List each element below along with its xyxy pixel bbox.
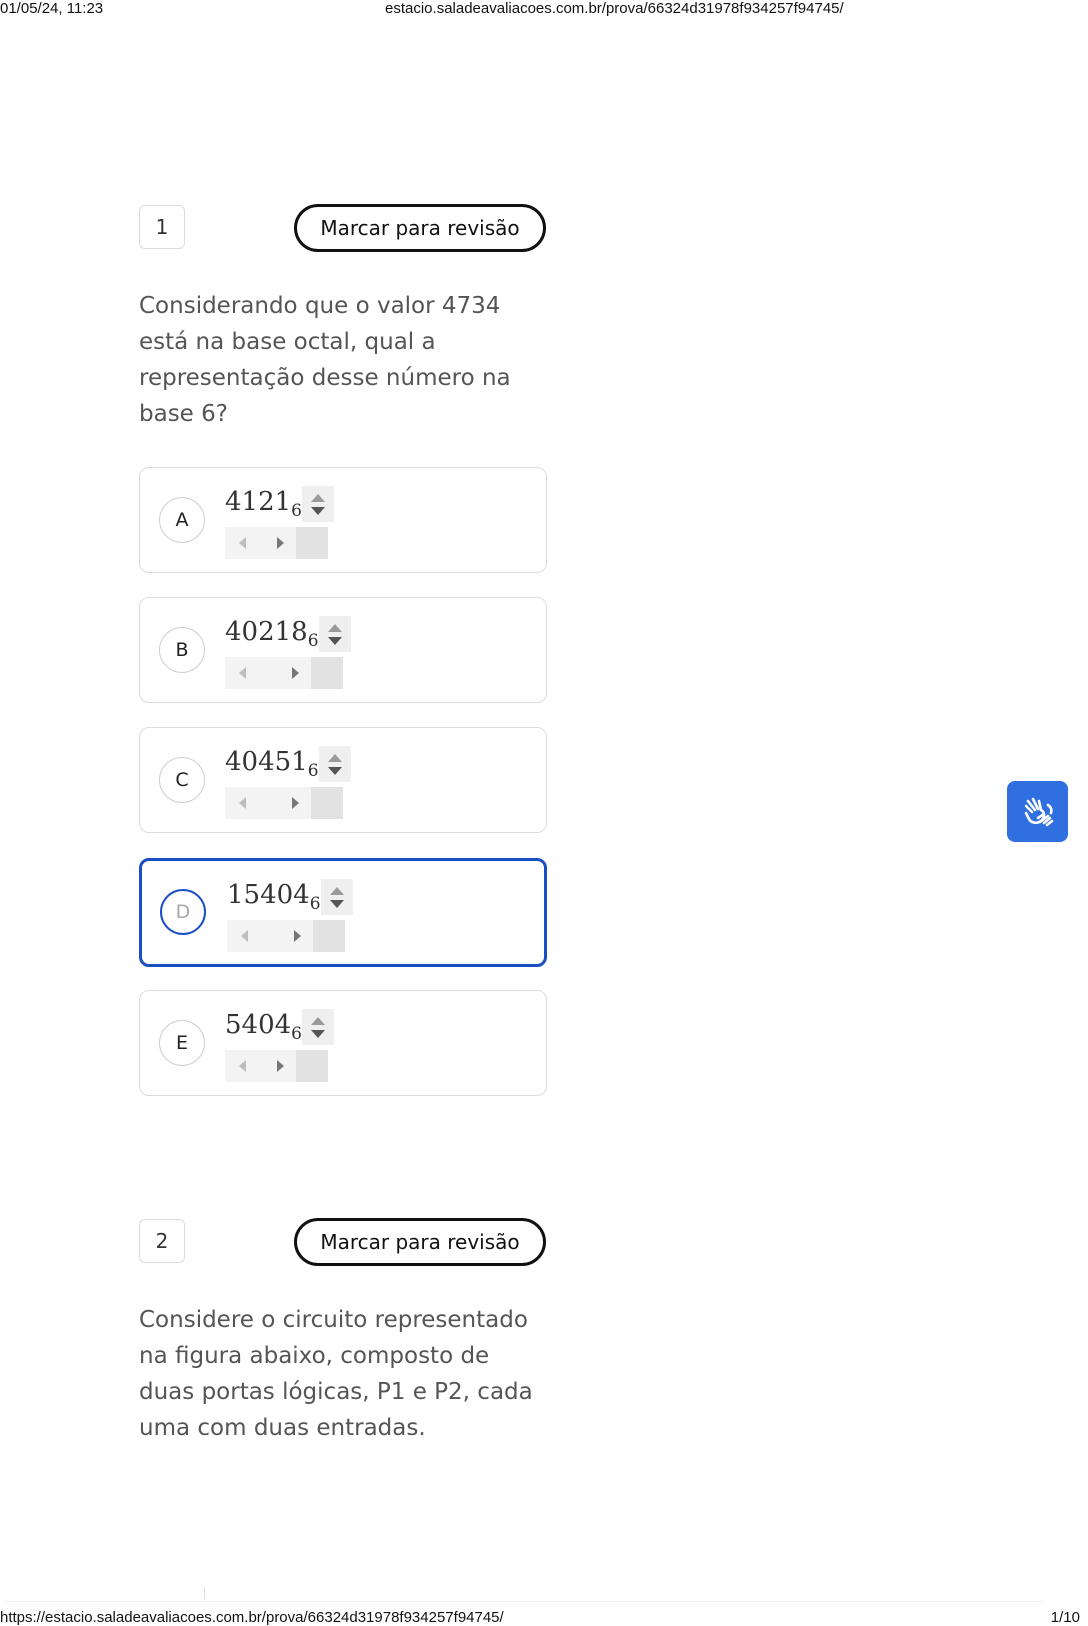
answer-value: 404516 <box>225 747 319 781</box>
scroll-up-icon[interactable] <box>327 754 342 762</box>
option-letter: A <box>159 497 205 543</box>
print-url: estacio.saladeavaliacoes.com.br/prova/66… <box>385 0 844 17</box>
vertical-scroll-arrows[interactable] <box>302 1009 334 1045</box>
math-answer: 402186 <box>225 616 351 689</box>
scrollbar-corner <box>311 787 343 819</box>
scroll-right-icon[interactable] <box>277 1060 284 1072</box>
scroll-left-icon[interactable] <box>239 537 246 549</box>
scroll-right-icon[interactable] <box>294 930 301 942</box>
print-footer: https://estacio.saladeavaliacoes.com.br/… <box>0 1609 1088 1626</box>
answer-value: 402186 <box>225 617 319 651</box>
answer-option-b[interactable]: B 402186 <box>139 597 547 703</box>
mark-for-review-button[interactable]: Marcar para revisão <box>294 1218 546 1266</box>
base-subscript: 6 <box>307 631 319 651</box>
question-text: Considere o circuito representado na fig… <box>139 1307 533 1441</box>
answer-value: 154046 <box>227 880 321 914</box>
math-answer: 404516 <box>225 746 351 819</box>
question-number-badge: 1 <box>139 205 185 249</box>
scroll-down-icon[interactable] <box>327 637 342 645</box>
scroll-right-icon[interactable] <box>277 537 284 549</box>
answer-option-a[interactable]: A 41216 <box>139 467 547 573</box>
answer-value: 54046 <box>225 1010 302 1044</box>
base-subscript: 6 <box>291 1024 302 1044</box>
base-subscript: 6 <box>307 761 319 781</box>
option-letter: E <box>159 1020 205 1066</box>
option-letter: B <box>159 627 205 673</box>
divider-tick <box>204 1587 205 1599</box>
divider <box>4 1601 1044 1602</box>
vertical-scroll-arrows[interactable] <box>302 486 334 522</box>
scrollbar-corner <box>313 920 345 952</box>
scrollbar-corner <box>296 1050 328 1082</box>
scroll-down-icon[interactable] <box>311 507 325 515</box>
horizontal-scrollbar[interactable] <box>227 920 345 952</box>
scroll-right-icon[interactable] <box>292 797 299 809</box>
base-subscript: 6 <box>309 894 321 914</box>
horizontal-scrollbar[interactable] <box>225 1050 328 1082</box>
print-header: 01/05/24, 11:23 estacio.saladeavaliacoes… <box>0 0 1088 17</box>
answer-option-e[interactable]: E 54046 <box>139 990 547 1096</box>
base-subscript: 6 <box>291 501 302 521</box>
scroll-left-icon[interactable] <box>239 1060 246 1072</box>
mark-for-review-button[interactable]: Marcar para revisão <box>294 204 546 252</box>
vertical-scroll-arrows[interactable] <box>318 616 351 652</box>
print-datetime: 01/05/24, 11:23 <box>0 0 104 17</box>
question-number-badge: 2 <box>139 1219 185 1263</box>
print-footer-url: https://estacio.saladeavaliacoes.com.br/… <box>0 1609 504 1626</box>
option-letter: D <box>160 889 206 935</box>
scroll-left-icon[interactable] <box>241 930 248 942</box>
sign-language-accessibility-button[interactable] <box>1007 781 1068 842</box>
scroll-down-icon[interactable] <box>329 900 344 908</box>
option-letter: C <box>159 757 205 803</box>
scroll-right-icon[interactable] <box>292 667 299 679</box>
scroll-up-icon[interactable] <box>327 624 342 632</box>
scrollbar-corner <box>296 527 328 559</box>
question-text: Considerando que o valor 4734 está na ba… <box>139 293 511 427</box>
scroll-up-icon[interactable] <box>329 887 344 895</box>
sign-language-hands-icon <box>1024 797 1053 826</box>
scrollbar-corner <box>311 657 343 689</box>
scroll-down-icon[interactable] <box>311 1030 325 1038</box>
print-page-number: 1/10 <box>1050 1609 1080 1626</box>
scroll-up-icon[interactable] <box>311 1017 325 1025</box>
horizontal-scrollbar[interactable] <box>225 527 328 559</box>
vertical-scroll-arrows[interactable] <box>320 879 353 915</box>
scroll-left-icon[interactable] <box>239 667 246 679</box>
answer-option-c[interactable]: C 404516 <box>139 727 547 833</box>
answer-option-d[interactable]: D 154046 <box>139 858 547 967</box>
scroll-left-icon[interactable] <box>239 797 246 809</box>
math-answer: 154046 <box>227 879 353 952</box>
math-answer: 54046 <box>225 1009 334 1082</box>
horizontal-scrollbar[interactable] <box>225 787 343 819</box>
horizontal-scrollbar[interactable] <box>225 657 343 689</box>
answer-value: 41216 <box>225 487 302 521</box>
scroll-down-icon[interactable] <box>327 767 342 775</box>
vertical-scroll-arrows[interactable] <box>318 746 351 782</box>
math-answer: 41216 <box>225 486 334 559</box>
scroll-up-icon[interactable] <box>311 494 325 502</box>
